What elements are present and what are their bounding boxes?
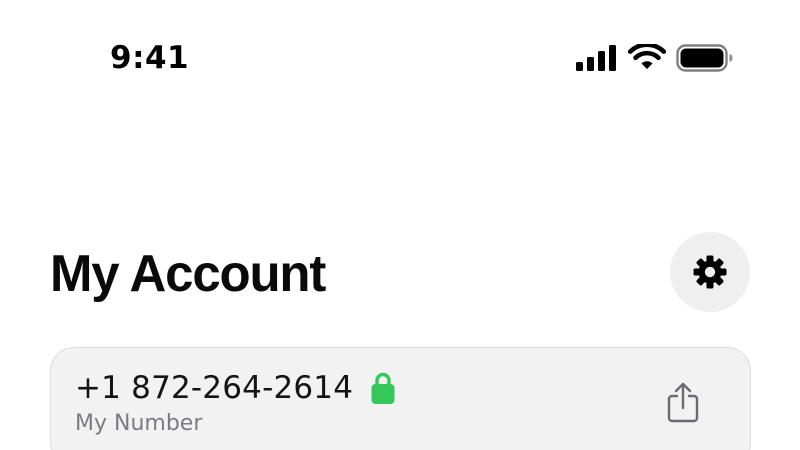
phone-number: +1 872-264-2614	[75, 370, 354, 406]
lock-icon	[371, 371, 395, 405]
header: My Account	[0, 228, 800, 318]
cellular-signal-icon	[576, 45, 618, 71]
share-icon	[666, 381, 700, 423]
number-row: +1 872-264-2614	[75, 370, 395, 406]
status-bar: 9:41	[0, 0, 800, 110]
my-number-card[interactable]: +1 872-264-2614 My Number	[50, 347, 751, 450]
wifi-icon	[628, 44, 666, 72]
gear-icon	[692, 254, 728, 290]
account-screen: 9:41 My Account +1 872-264-2614 My Numbe…	[0, 0, 800, 450]
page-title: My Account	[50, 245, 326, 303]
status-icons	[576, 44, 734, 72]
number-caption: My Number	[75, 411, 203, 436]
battery-icon	[676, 44, 734, 72]
share-button[interactable]	[661, 378, 705, 426]
settings-button[interactable]	[670, 232, 750, 312]
status-time: 9:41	[110, 40, 190, 76]
